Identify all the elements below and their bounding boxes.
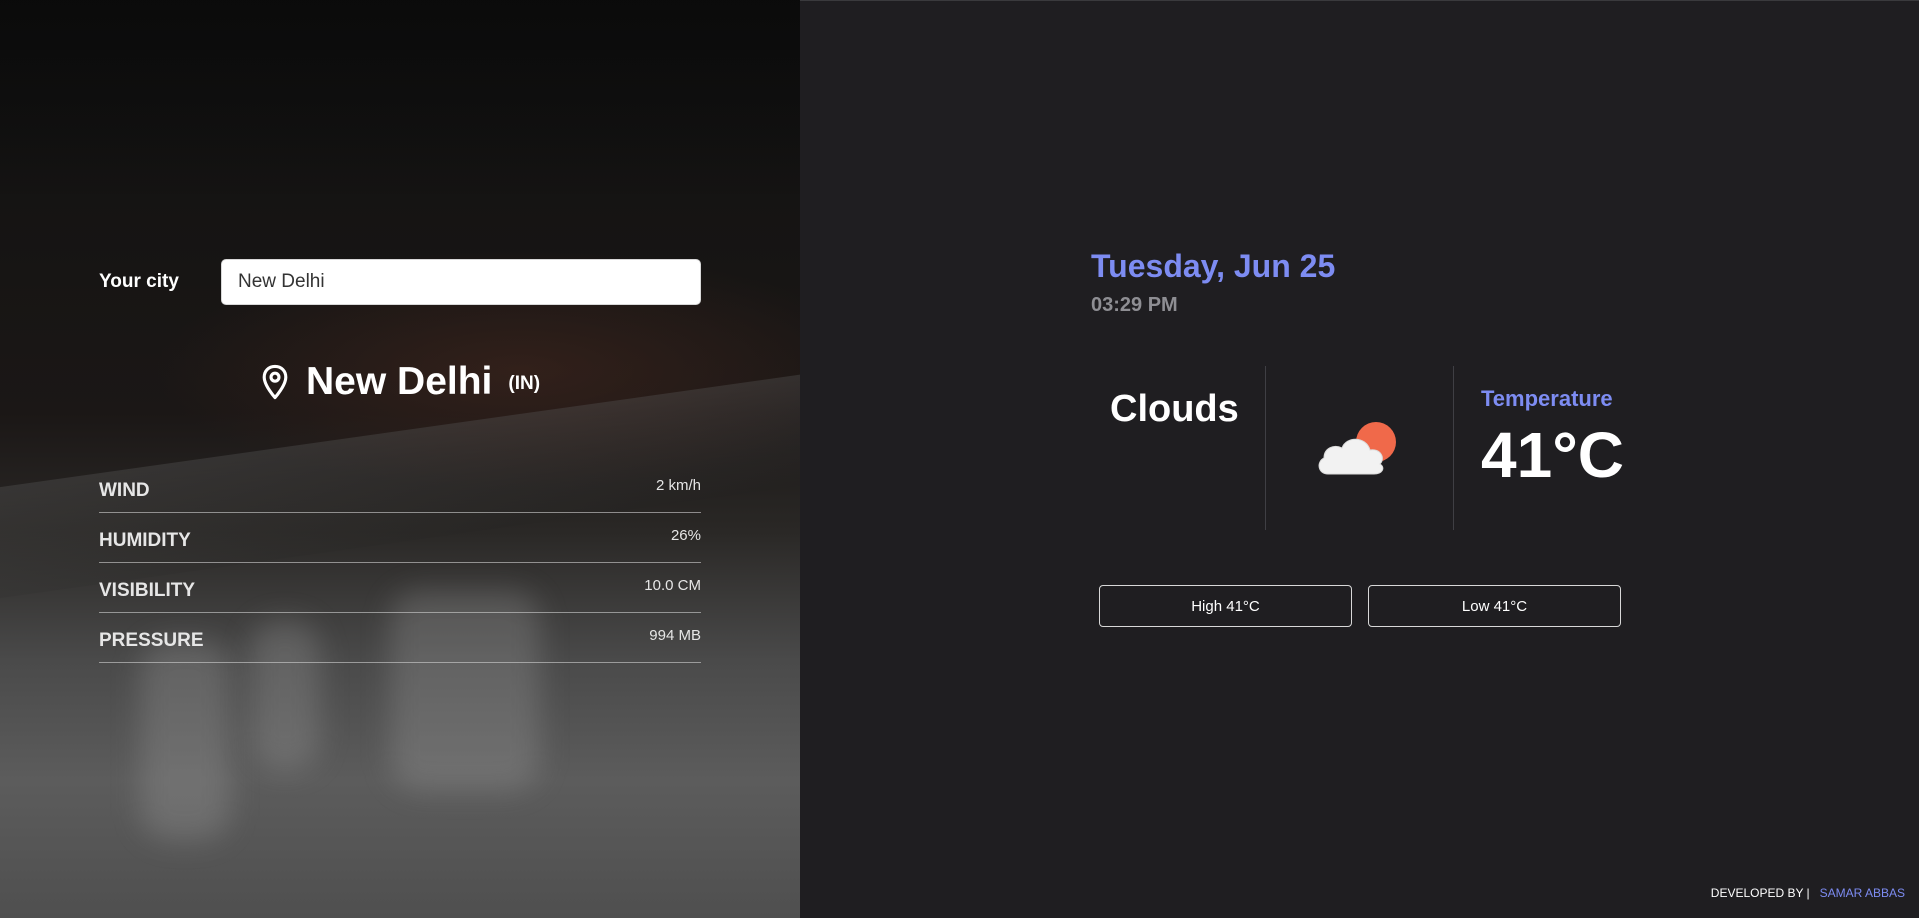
footer-separator: | (1806, 886, 1810, 900)
background-streak (140, 640, 230, 840)
location-country: (IN) (508, 373, 541, 394)
temperature-value: 41°C (1481, 419, 1624, 491)
weather-summary: Clouds Temperature 41°C (1091, 366, 1651, 530)
location-heading: New Delhi (IN) (260, 360, 540, 404)
city-label: Your city (99, 271, 179, 292)
stat-row-visibility: VISIBILITY 10.0 CM (99, 563, 701, 613)
high-temp-button[interactable]: High 41°C (1099, 585, 1352, 627)
current-date: Tuesday, Jun 25 (1091, 248, 1336, 284)
stat-value: 26% (670, 527, 701, 544)
city-input[interactable] (221, 259, 701, 305)
stat-row-humidity: HUMIDITY 26% (99, 513, 701, 563)
cloud-sun-icon (1318, 422, 1396, 475)
background-shade (0, 0, 800, 200)
weather-condition: Clouds (1110, 388, 1239, 430)
divider (1265, 366, 1266, 530)
stat-value: 10.0 CM (644, 577, 701, 594)
map-pin-icon (262, 364, 288, 400)
footer-credit: DEVELOPED BY (1710, 886, 1804, 900)
low-temp-button[interactable]: Low 41°C (1368, 585, 1621, 627)
temperature-label: Temperature (1481, 386, 1613, 411)
stat-value: 2 km/h (655, 477, 701, 494)
footer: DEVELOPED BY | SAMAR ABBAS (1711, 886, 1905, 900)
weather-stats: WIND 2 km/h HUMIDITY 26% VISIBILITY 10.0… (99, 463, 701, 663)
city-search: Your city (99, 259, 701, 305)
stat-row-pressure: PRESSURE 994 MB (99, 613, 701, 663)
divider (1453, 366, 1454, 530)
stat-label: WIND (99, 479, 150, 501)
stat-label: HUMIDITY (99, 529, 191, 551)
stat-row-wind: WIND 2 km/h (99, 463, 701, 513)
stat-label: VISIBILITY (99, 579, 196, 601)
location-city: New Delhi (306, 360, 493, 403)
left-panel: Your city New Delhi (IN) WIND 2 km/h HUM… (0, 0, 800, 918)
author-link[interactable]: SAMAR ABBAS (1820, 886, 1905, 900)
stat-label: PRESSURE (99, 629, 204, 651)
stat-value: 994 MB (649, 627, 701, 644)
current-time: 03:29 PM (1091, 294, 1178, 316)
